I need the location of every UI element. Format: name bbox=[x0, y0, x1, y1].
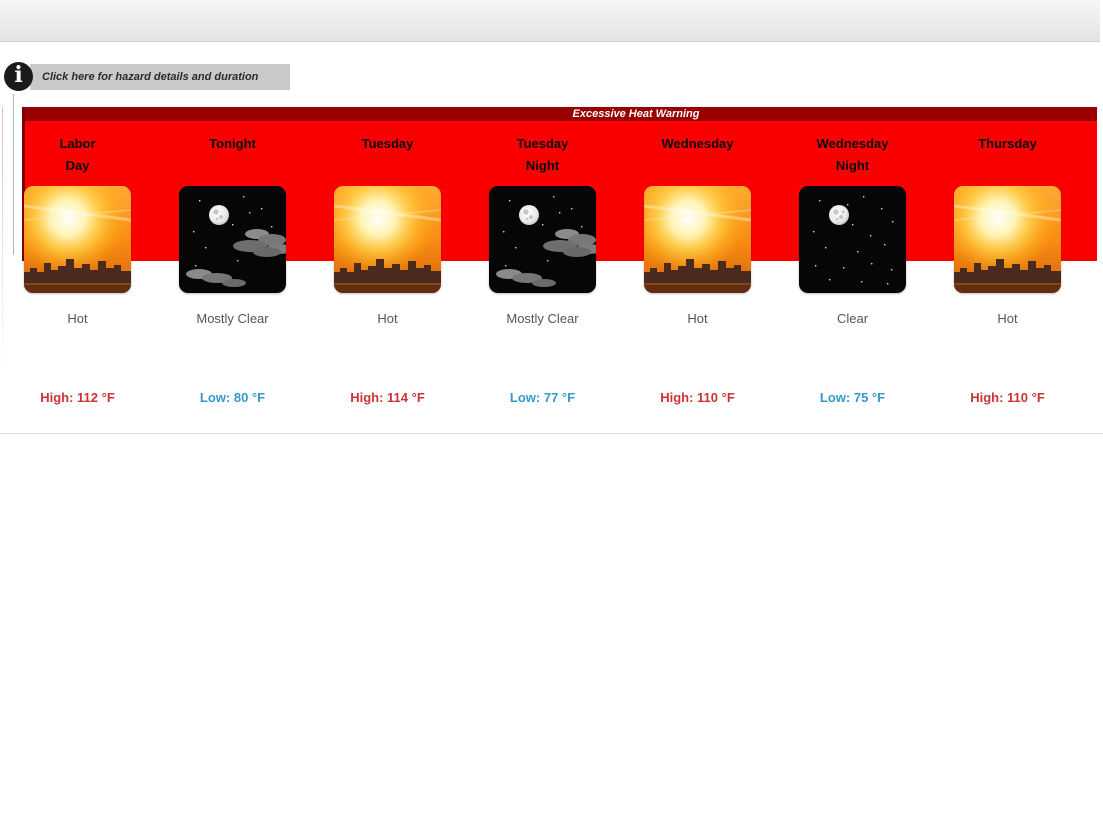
day-label: Tuesday bbox=[310, 121, 465, 186]
day-label: Wednesday Night bbox=[775, 121, 930, 186]
day-label-line2: Night bbox=[465, 155, 620, 177]
excessive-heat-warning-banner[interactable]: Excessive Heat Warning bbox=[22, 107, 1097, 121]
hot-day-icon[interactable] bbox=[954, 186, 1061, 293]
temp-text: High: 114 °F bbox=[310, 390, 465, 405]
info-icon[interactable]: i bbox=[4, 62, 33, 91]
forecast-column: Wednesday Night Cle bbox=[775, 121, 930, 186]
top-header-bar bbox=[0, 0, 1100, 42]
condition-text: Mostly Clear bbox=[155, 311, 310, 326]
day-label-line1: Labor bbox=[0, 133, 155, 155]
condition-text: Clear bbox=[775, 311, 930, 326]
forecast-column: Thursday Hot High: 110 bbox=[930, 121, 1085, 186]
day-label: Tonight bbox=[155, 121, 310, 186]
day-label-line1: Tuesday bbox=[310, 133, 465, 155]
day-label: Tuesday Night bbox=[465, 121, 620, 186]
day-label-line1: Thursday bbox=[930, 133, 1085, 155]
condition-text: Hot bbox=[0, 311, 155, 326]
day-label-line1: Tuesday bbox=[465, 133, 620, 155]
mostly-clear-night-icon[interactable] bbox=[489, 186, 596, 293]
forecast-column: Tonight bbox=[155, 121, 310, 186]
day-label-line1: Tonight bbox=[155, 133, 310, 155]
day-label: Labor Day bbox=[0, 121, 155, 186]
temp-text: High: 110 °F bbox=[930, 390, 1085, 405]
hot-day-icon[interactable] bbox=[24, 186, 131, 293]
day-label-line2: Day bbox=[0, 155, 155, 177]
condition-text: Hot bbox=[310, 311, 465, 326]
day-label-line1: Wednesday bbox=[620, 133, 775, 155]
clear-night-icon[interactable] bbox=[799, 186, 906, 293]
condition-text: Hot bbox=[930, 311, 1085, 326]
forecast-column: Labor Day Hot High: 112 bbox=[0, 121, 155, 186]
hot-day-icon[interactable] bbox=[334, 186, 441, 293]
mostly-clear-night-icon[interactable] bbox=[179, 186, 286, 293]
temp-text: High: 112 °F bbox=[0, 390, 155, 405]
forecast-column: Tuesday Hot High: 114 ° bbox=[310, 121, 465, 186]
forecast-column: Wednesday Hot High: 110 bbox=[620, 121, 775, 186]
hot-day-icon[interactable] bbox=[644, 186, 751, 293]
forecast-column: Tuesday Night bbox=[465, 121, 620, 186]
day-label-line1: Wednesday bbox=[775, 133, 930, 155]
day-label: Wednesday bbox=[620, 121, 775, 186]
forecast-columns: Labor Day Hot High: 112 bbox=[0, 121, 1103, 421]
bottom-divider-line bbox=[0, 433, 1103, 434]
temp-text: Low: 75 °F bbox=[775, 390, 930, 405]
temp-text: High: 110 °F bbox=[620, 390, 775, 405]
temp-text: Low: 77 °F bbox=[465, 390, 620, 405]
day-label: Thursday bbox=[930, 121, 1085, 186]
temp-text: Low: 80 °F bbox=[155, 390, 310, 405]
hazard-details-link[interactable]: Click here for hazard details and durati… bbox=[30, 64, 290, 90]
day-label-line2: Night bbox=[775, 155, 930, 177]
condition-text: Hot bbox=[620, 311, 775, 326]
condition-text: Mostly Clear bbox=[465, 311, 620, 326]
